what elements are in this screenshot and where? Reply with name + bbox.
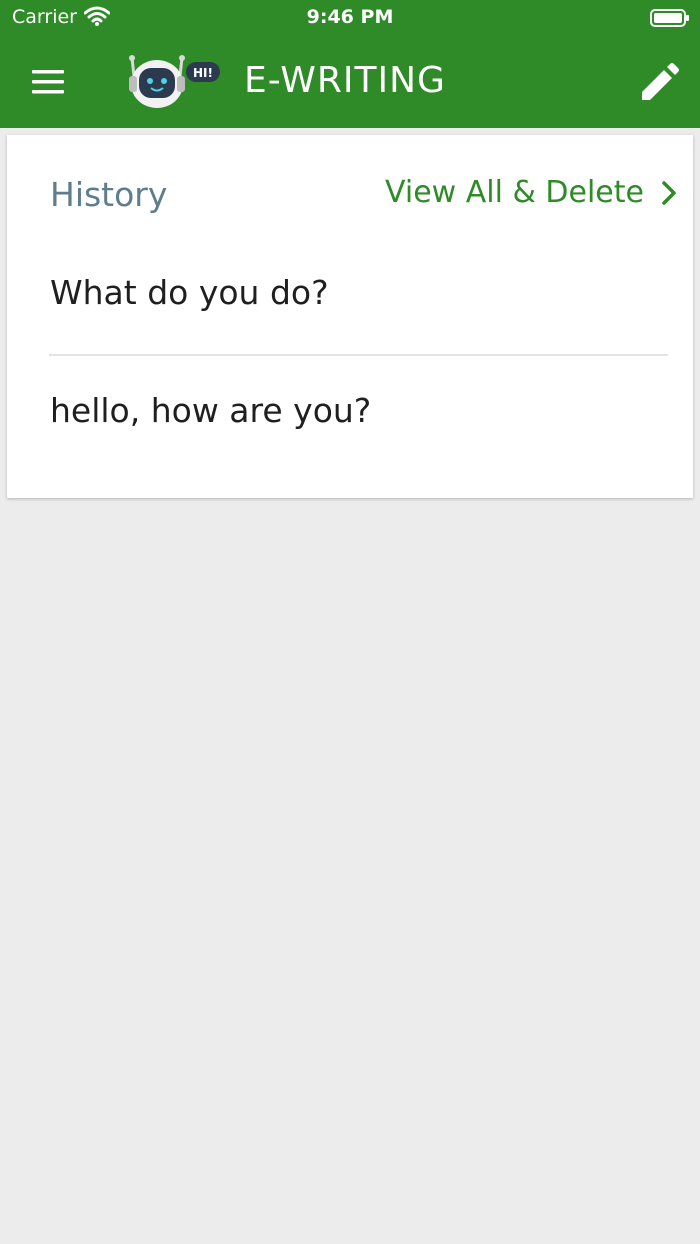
hamburger-menu-icon	[32, 70, 64, 94]
app-bar: Carrier 9:46 PM HI! E-WRITING	[0, 0, 700, 128]
history-item[interactable]: hello, how are you?	[50, 391, 668, 430]
edit-button[interactable]	[636, 60, 682, 106]
view-all-delete-label: View All & Delete	[385, 175, 644, 210]
chevron-right-icon	[662, 180, 676, 205]
history-item[interactable]: What do you do?	[50, 273, 668, 312]
status-bar: Carrier 9:46 PM	[0, 0, 700, 36]
robot-logo-icon: HI!	[124, 54, 224, 118]
menu-button[interactable]	[28, 66, 68, 98]
logo-badge: HI!	[193, 66, 213, 80]
pencil-icon	[642, 63, 679, 100]
divider	[49, 354, 668, 356]
battery-icon	[650, 8, 690, 33]
view-all-delete-link[interactable]: View All & Delete	[385, 175, 678, 210]
status-time: 9:46 PM	[306, 6, 394, 28]
app-title: E-WRITING	[244, 60, 446, 101]
history-title: History	[50, 175, 168, 214]
history-card: History View All & Delete What do you do…	[7, 135, 693, 498]
